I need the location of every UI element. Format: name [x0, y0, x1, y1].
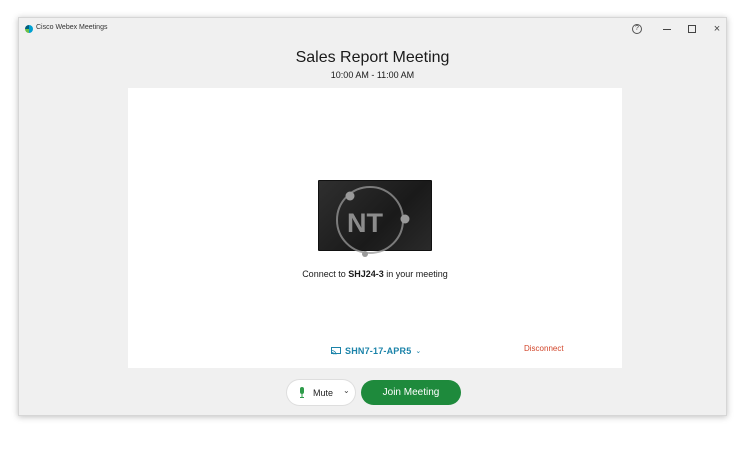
meeting-time: 10:00 AM - 11:00 AM — [330, 70, 415, 80]
selected-device-name: SHN7-17-APR5 — [345, 346, 412, 356]
webex-window: Cisco Webex Meetings ? × Sales Report Me… — [18, 17, 727, 416]
video-device-select[interactable]: SHN7-17-APR5 ⌄ — [331, 345, 421, 357]
close-button[interactable]: × — [709, 21, 725, 37]
minimize-icon — [663, 28, 671, 30]
webex-logo-icon — [25, 25, 33, 33]
mute-label: Mute — [313, 388, 334, 398]
join-meeting-button[interactable]: Join Meeting — [361, 380, 461, 405]
help-button[interactable]: ? — [629, 21, 645, 37]
mute-button[interactable]: Mute ⌄ — [287, 380, 355, 405]
microphone-icon — [300, 387, 304, 398]
maximize-button[interactable] — [684, 21, 700, 37]
maximize-icon — [688, 25, 696, 33]
help-icon: ? — [632, 24, 642, 34]
connect-instruction: Connect to SHJ24-3 in your meeting — [128, 269, 622, 279]
connect-suffix: in your meeting — [383, 269, 448, 279]
chevron-down-icon: ⌄ — [415, 348, 422, 355]
meeting-title: Sales Report Meeting — [295, 49, 450, 66]
minimize-button[interactable] — [659, 21, 675, 37]
disconnect-link[interactable]: Disconnect — [524, 344, 564, 353]
close-icon: × — [713, 22, 721, 35]
video-device-card: NT Connect to SHJ24-3 in your meeting SH… — [128, 88, 622, 368]
video-device-image — [318, 180, 432, 251]
cast-screen-icon — [331, 347, 341, 355]
connect-prefix: Connect to — [302, 269, 349, 279]
title-bar: Cisco Webex Meetings ? × — [19, 18, 726, 40]
mute-options-chevron-icon[interactable]: ⌄ — [343, 386, 350, 395]
device-id: SHJ24-3 — [348, 269, 384, 279]
app-title: Cisco Webex Meetings — [36, 24, 108, 31]
